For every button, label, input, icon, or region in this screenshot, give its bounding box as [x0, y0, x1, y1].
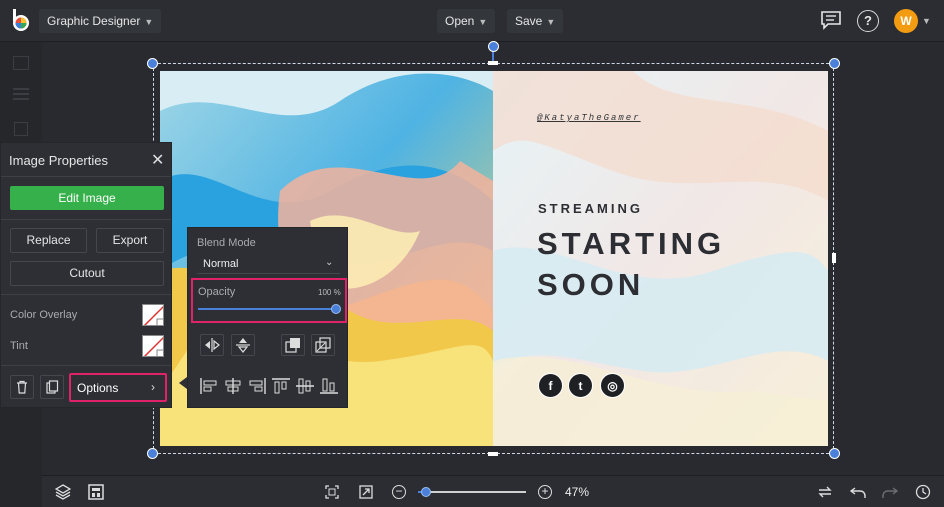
align-top-icon[interactable] — [272, 378, 290, 394]
resize-handle-right[interactable] — [832, 253, 836, 263]
chevron-right-icon: › — [151, 380, 155, 394]
color-overlay-label: Color Overlay — [10, 309, 78, 321]
resize-handle-bottom-left[interactable] — [147, 448, 158, 459]
resize-handle-bottom[interactable] — [488, 452, 498, 456]
close-icon[interactable]: ✕ — [151, 150, 164, 170]
opacity-slider-track[interactable] — [198, 308, 336, 310]
panel-title: Image Properties — [9, 153, 108, 168]
top-bar: Graphic Designer ▼ Open ▼ Save ▼ ? W ▼ — [0, 0, 944, 42]
flip-horizontal-button[interactable] — [200, 334, 224, 356]
save-label: Save — [515, 14, 543, 28]
fit-to-screen-icon[interactable] — [325, 485, 339, 499]
opacity-control: Opacity 100 % — [191, 278, 347, 323]
flip-vertical-icon — [236, 338, 250, 353]
project-name-dropdown[interactable]: Graphic Designer ▼ — [39, 9, 162, 33]
layers-tool-icon[interactable] — [14, 122, 28, 136]
export-button[interactable]: Export — [96, 228, 164, 253]
blend-mode-value: Normal — [203, 258, 239, 270]
zoom-slider-thumb[interactable] — [421, 487, 432, 497]
zoom-level: 47% — [565, 485, 590, 499]
opacity-label: Opacity — [198, 286, 236, 298]
opacity-value: 100 % — [318, 288, 341, 297]
undo-icon[interactable] — [850, 484, 866, 500]
zoom-out-icon[interactable]: − — [392, 485, 406, 499]
layers-icon[interactable] — [55, 484, 71, 500]
resize-handle-bottom-right[interactable] — [829, 448, 840, 459]
align-bottom-icon[interactable] — [320, 378, 338, 394]
tint-swatch[interactable] — [142, 335, 164, 357]
app-logo-icon[interactable] — [10, 9, 32, 33]
flip-vertical-button[interactable] — [231, 334, 255, 356]
avatar-chevron-down-icon[interactable]: ▼ — [922, 16, 931, 26]
blend-mode-select[interactable]: Normal ⌄ — [197, 254, 340, 274]
resize-handle-top-left[interactable] — [147, 58, 158, 69]
trash-icon — [17, 380, 27, 394]
send-backward-icon — [315, 337, 331, 353]
rotate-handle[interactable] — [488, 41, 499, 52]
chevron-down-icon: ▼ — [546, 17, 556, 27]
swap-icon[interactable] — [817, 484, 833, 500]
send-backward-button[interactable] — [311, 334, 335, 356]
flip-horizontal-icon — [205, 338, 220, 352]
chevron-down-icon: ▼ — [478, 17, 488, 27]
bottom-toolbar: − + 47% — [42, 475, 944, 507]
delete-button[interactable] — [10, 375, 34, 399]
blend-mode-label: Blend Mode — [197, 237, 256, 249]
project-name-label: Graphic Designer — [47, 14, 141, 28]
adjust-tool-icon[interactable] — [13, 88, 29, 90]
duplicate-icon — [46, 380, 59, 394]
image-tool-icon[interactable] — [13, 56, 29, 70]
bring-forward-button[interactable] — [281, 334, 305, 356]
resize-handle-top-right[interactable] — [829, 58, 840, 69]
divider — [1, 294, 171, 295]
zoom-in-icon[interactable]: + — [538, 485, 552, 499]
image-properties-panel: Image Properties ✕ Edit Image Replace Ex… — [0, 142, 172, 408]
color-overlay-swatch[interactable] — [142, 304, 164, 326]
opacity-slider-thumb[interactable] — [331, 304, 341, 314]
expand-icon[interactable] — [359, 485, 373, 499]
save-menu-button[interactable]: Save ▼ — [507, 9, 564, 33]
zoom-slider-track[interactable] — [418, 491, 526, 493]
align-center-icon[interactable] — [224, 378, 242, 394]
divider — [1, 365, 171, 366]
cutout-button[interactable]: Cutout — [10, 261, 164, 286]
replace-button[interactable]: Replace — [10, 228, 87, 253]
redo-icon[interactable] — [882, 484, 898, 500]
open-menu-button[interactable]: Open ▼ — [437, 9, 496, 33]
comments-icon[interactable] — [820, 10, 842, 30]
chevron-down-icon: ⌄ — [325, 257, 334, 268]
history-icon[interactable] — [915, 484, 931, 500]
align-right-icon[interactable] — [248, 378, 266, 394]
align-middle-icon[interactable] — [296, 378, 314, 394]
layout-icon[interactable] — [88, 484, 104, 500]
align-left-icon[interactable] — [200, 378, 218, 394]
bring-forward-icon — [285, 338, 300, 353]
chevron-down-icon: ▼ — [144, 17, 154, 27]
options-button[interactable]: Options › — [69, 373, 167, 402]
help-icon[interactable]: ? — [857, 10, 879, 32]
resize-handle-top[interactable] — [488, 61, 498, 65]
options-label: Options — [77, 381, 119, 395]
popup-pointer — [179, 377, 187, 389]
open-label: Open — [445, 14, 475, 28]
user-avatar[interactable]: W — [894, 9, 918, 33]
divider — [1, 219, 171, 220]
duplicate-button[interactable] — [40, 375, 64, 399]
divider — [1, 176, 171, 177]
edit-image-button[interactable]: Edit Image — [10, 186, 164, 210]
tint-label: Tint — [10, 340, 28, 352]
blend-options-popup: Blend Mode Normal ⌄ Opacity 100 % — [187, 227, 348, 408]
